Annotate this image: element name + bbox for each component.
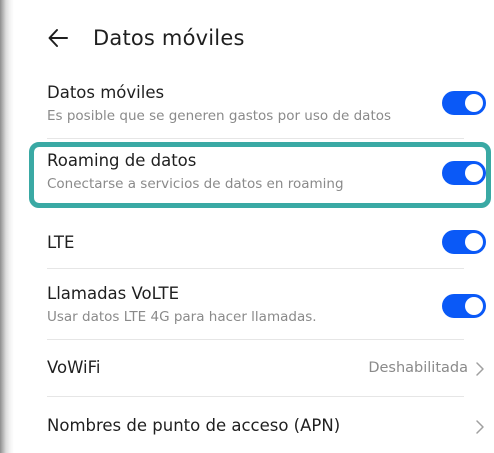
- setting-subtitle: Es posible que se generen gastos por uso…: [47, 108, 392, 124]
- divider: [47, 138, 464, 139]
- toggle-knob: [465, 233, 483, 251]
- setting-title: Datos móviles: [47, 83, 165, 102]
- divider: [47, 339, 464, 340]
- setting-title: Nombres de punto de acceso (APN): [47, 416, 341, 435]
- vowifi-status-value: Deshabilitada: [368, 360, 468, 376]
- setting-title: Llamadas VoLTE: [47, 284, 180, 303]
- setting-subtitle: Usar datos LTE 4G para hacer llamadas.: [47, 309, 317, 325]
- setting-title: LTE: [47, 233, 75, 252]
- chevron-right-icon: [474, 419, 486, 435]
- highlight-frame: [29, 142, 491, 208]
- arrow-left-icon[interactable]: [47, 27, 69, 49]
- divider: [47, 396, 464, 397]
- toggle-knob: [465, 297, 483, 315]
- settings-screen: Datos móviles Datos móviles Es posible q…: [0, 0, 494, 453]
- header-bar: Datos móviles: [47, 22, 245, 54]
- setting-row-apn[interactable]: Nombres de punto de acceso (APN): [47, 416, 487, 436]
- volte-toggle[interactable]: [442, 294, 486, 318]
- chevron-right-icon: [474, 361, 486, 377]
- setting-row-lte[interactable]: LTE: [47, 233, 487, 253]
- setting-row-mobile-data[interactable]: Datos móviles Es posible que se generen …: [47, 83, 487, 125]
- mobile-data-toggle[interactable]: [442, 91, 486, 115]
- divider: [47, 268, 464, 269]
- device-edge-shadow: [0, 0, 14, 453]
- lte-toggle[interactable]: [442, 230, 486, 254]
- page-title: Datos móviles: [93, 26, 245, 50]
- setting-row-volte[interactable]: Llamadas VoLTE Usar datos LTE 4G para ha…: [47, 284, 487, 326]
- toggle-knob: [465, 94, 483, 112]
